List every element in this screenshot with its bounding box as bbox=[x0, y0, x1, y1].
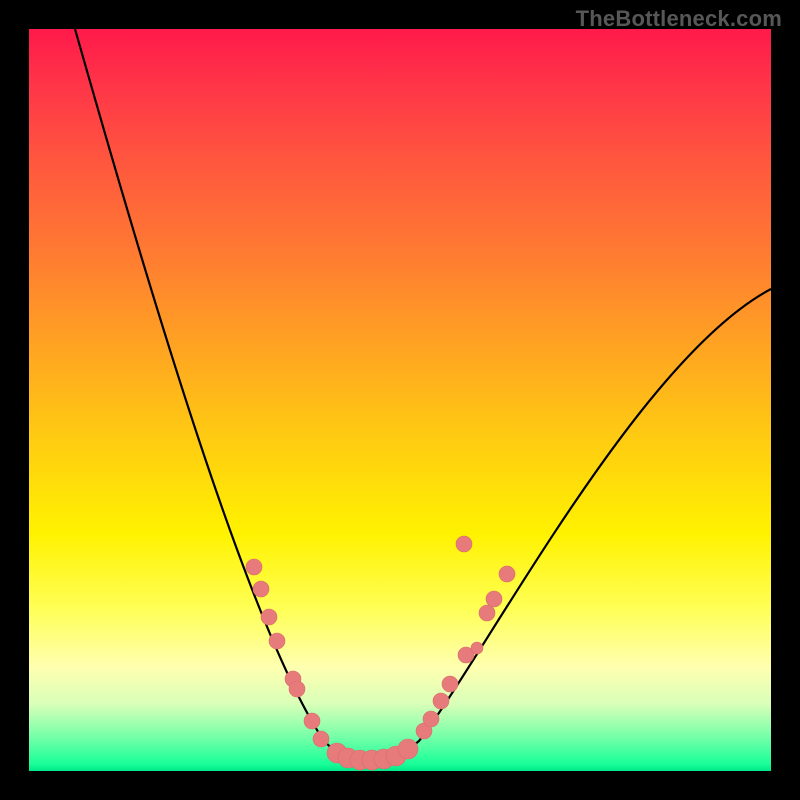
data-marker bbox=[423, 711, 439, 727]
data-marker bbox=[246, 559, 262, 575]
data-marker bbox=[398, 739, 418, 759]
data-marker bbox=[486, 591, 502, 607]
data-marker bbox=[479, 605, 495, 621]
data-marker bbox=[253, 581, 269, 597]
data-marker bbox=[456, 536, 472, 552]
data-marker bbox=[471, 642, 483, 654]
watermark-text: TheBottleneck.com bbox=[576, 6, 782, 32]
data-marker bbox=[289, 681, 305, 697]
marker-group bbox=[246, 536, 515, 770]
data-marker bbox=[261, 609, 277, 625]
bottleneck-curve-path bbox=[75, 29, 771, 761]
data-marker bbox=[304, 713, 320, 729]
data-marker bbox=[499, 566, 515, 582]
data-marker bbox=[269, 633, 285, 649]
data-marker bbox=[313, 731, 329, 747]
data-marker bbox=[433, 693, 449, 709]
chart-svg bbox=[29, 29, 771, 771]
plot-area bbox=[29, 29, 771, 771]
data-marker bbox=[442, 676, 458, 692]
